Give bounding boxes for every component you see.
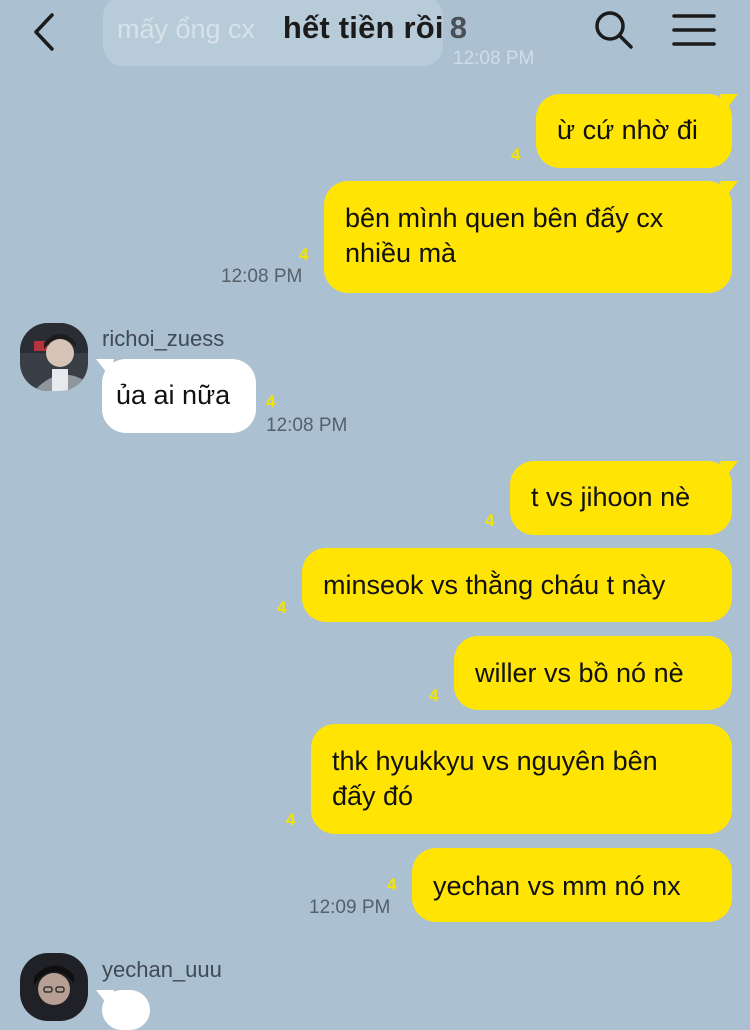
message-bubble[interactable] [96,990,150,1030]
message-text-line: thk hyukkyu vs nguyên bên [332,746,658,776]
search-icon [595,11,633,49]
scrolled-message-time: 12:08 PM [453,48,535,69]
chat-header: mấy ổng cx 12:08 PM hết tiền rồi 8 [0,0,750,69]
unread-count: 4 [429,686,439,705]
message-bubble[interactable]: ủa ai nữa [96,359,256,433]
message-time: 12:09 PM [309,897,391,918]
member-count: 8 [449,10,468,45]
avatar[interactable] [20,323,88,391]
unread-count: 4 [286,810,296,829]
unread-count: 4 [277,598,287,617]
message-text: willer vs bồ nó nè [475,658,684,688]
message-text: t vs jihoon nè [531,482,691,512]
avatar[interactable] [20,953,88,1021]
chat-title: hết tiền rồi 8 [0,10,750,46]
message-text-line: nhiều mà [345,238,457,268]
message-time: 12:08 PM [221,266,303,287]
message-text: ủa ai nữa [116,380,231,410]
message-bubble[interactable]: yechan vs mm nó nx [412,848,732,922]
search-button[interactable] [592,8,636,52]
message-time: 12:08 PM [266,415,348,436]
chat-name: hết tiền rồi [282,10,444,45]
unread-count: 4 [485,511,495,530]
menu-icon [672,14,716,46]
message-bubble[interactable]: bên mình quen bên đấy cx nhiều mà [324,181,738,293]
unread-count: 4 [266,392,276,411]
unread-count: 4 [387,875,397,894]
sender-name: richoi_zuess [102,326,225,351]
sender-name: yechan_uuu [102,957,222,982]
message-text: minseok vs thằng cháu t này [323,570,666,600]
menu-button[interactable] [672,12,716,48]
message-bubble[interactable]: ừ cứ nhờ đi [536,94,738,168]
unread-count: 4 [511,145,521,164]
message-text-line: đấy đó [332,781,414,811]
message-bubble[interactable]: willer vs bồ nó nè [454,636,732,710]
unread-count: 4 [299,245,309,264]
message-bubble[interactable]: thk hyukkyu vs nguyên bên đấy đó [311,724,732,834]
message-text-line: bên mình quen bên đấy cx [345,203,664,233]
message-text: ừ cứ nhờ đi [557,115,698,145]
message-text: yechan vs mm nó nx [433,871,681,901]
message-bubble[interactable]: t vs jihoon nè [510,461,738,535]
message-bubble[interactable]: minseok vs thằng cháu t này [302,548,732,622]
